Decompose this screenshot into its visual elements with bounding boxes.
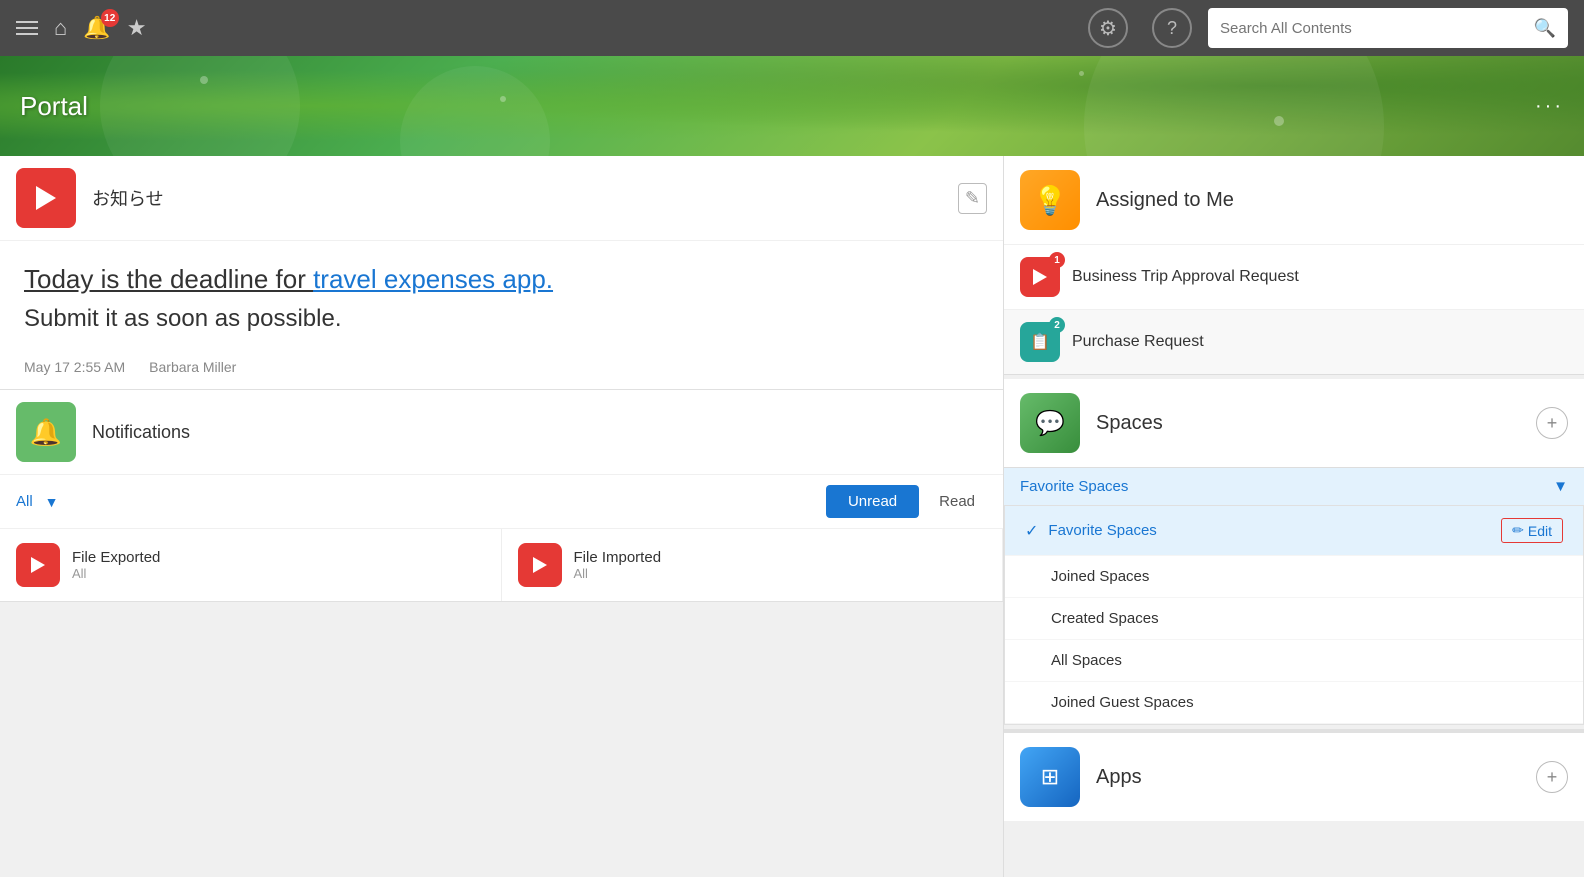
portal-more-button[interactable]: ··· (1535, 95, 1564, 118)
purchase-request-label: Purchase Request (1072, 333, 1204, 351)
bulb-icon: 💡 (1033, 184, 1068, 217)
tab-all[interactable]: All (16, 493, 33, 510)
announcement-subtitle: Submit it as soon as possible. (24, 305, 979, 333)
business-trip-item[interactable]: 1 Business Trip Approval Request (1004, 244, 1584, 309)
notification-sub-imported: All (574, 566, 662, 581)
grid-icon: ⊞ (1041, 764, 1059, 790)
hamburger-menu[interactable] (16, 21, 38, 35)
left-panel: お知らせ ✎ Today is the deadline for travel … (0, 156, 1004, 877)
spaces-selected-filter: Favorite Spaces (1020, 478, 1128, 495)
notification-item-imported[interactable]: File Imported All (502, 529, 1004, 601)
notification-label-exported: File Exported (72, 549, 160, 566)
announcement-line1: Today is the deadline for (24, 264, 313, 294)
spaces-filter-guest-label: Joined Guest Spaces (1051, 694, 1194, 711)
notification-info-imported: File Imported All (574, 549, 662, 581)
notification-sub-exported: All (72, 566, 160, 581)
notifications-items: File Exported All File Imported All (0, 528, 1003, 601)
bell-badge: 12 (101, 9, 119, 27)
spaces-filter-created[interactable]: Created Spaces (1005, 598, 1583, 640)
spaces-filter-joined-label: Joined Spaces (1051, 568, 1149, 585)
announcement-title: お知らせ (92, 185, 164, 211)
portal-banner: Portal ··· (0, 56, 1584, 156)
announcement-meta: May 17 2:55 AM Barbara Miller (0, 349, 1003, 389)
calendar-icon: 📋 (1030, 332, 1050, 352)
purchase-request-badge: 2 (1049, 317, 1065, 333)
notifications-title: Notifications (92, 422, 190, 443)
spaces-icon: 💬 (1020, 393, 1080, 453)
tab-read-button[interactable]: Read (927, 485, 987, 518)
apps-add-button[interactable]: + (1536, 761, 1568, 793)
spaces-dropdown-menu: ✓ Favorite Spaces ✏ Edit Joined Spaces C… (1004, 505, 1584, 725)
notifications-tabs: All ▼ Unread Read (0, 475, 1003, 528)
checkmark-icon: ✓ (1025, 521, 1038, 541)
search-bar[interactable]: 🔍 (1208, 8, 1568, 48)
assigned-to-me-header: 💡 Assigned to Me (1004, 156, 1584, 244)
spaces-dropdown[interactable]: Favorite Spaces ▼ (1004, 467, 1584, 505)
help-icon[interactable]: ? (1152, 8, 1192, 48)
favorites-icon[interactable]: ★ (127, 15, 147, 41)
announcement-date: May 17 2:55 AM (24, 359, 125, 375)
announcement-card: お知らせ ✎ Today is the deadline for travel … (0, 156, 1003, 390)
announcement-edit-button[interactable]: ✎ (958, 183, 987, 214)
announcement-author: Barbara Miller (149, 359, 236, 375)
spaces-filter-created-label: Created Spaces (1051, 610, 1159, 627)
spaces-header: 💬 Spaces + (1004, 379, 1584, 467)
travel-expenses-link[interactable]: travel expenses app. (313, 264, 553, 294)
arrow-icon-biz (1033, 269, 1047, 285)
top-navigation: ⌂ 🔔 12 ★ ⚙ ? 🔍 (0, 0, 1584, 56)
notification-label-imported: File Imported (574, 549, 662, 566)
notification-icon-exported (16, 543, 60, 587)
apps-icon: ⊞ (1020, 747, 1080, 807)
announcement-icon (16, 168, 76, 228)
pencil-icon: ✏ (1512, 522, 1524, 539)
apps-widget: ⊞ Apps + (1004, 729, 1584, 821)
purchase-request-icon: 📋 2 (1020, 322, 1060, 362)
tab-unread-button[interactable]: Unread (826, 485, 919, 518)
search-input[interactable] (1220, 20, 1534, 37)
arrow-icon-2 (533, 557, 547, 573)
notifications-icon: 🔔 (16, 402, 76, 462)
arrow-icon (31, 557, 45, 573)
announcement-header: お知らせ ✎ (0, 156, 1003, 241)
chat-icon: 💬 (1035, 409, 1065, 438)
assigned-to-me-widget: 💡 Assigned to Me 1 Business Trip Approva… (1004, 156, 1584, 375)
spaces-filter-joined[interactable]: Joined Spaces (1005, 556, 1583, 598)
bell-icon-notif: 🔔 (30, 417, 62, 448)
settings-icon[interactable]: ⚙ (1088, 8, 1128, 48)
announcement-body: Today is the deadline for travel expense… (0, 241, 1003, 349)
notifications-header: 🔔 Notifications (0, 390, 1003, 475)
home-icon[interactable]: ⌂ (54, 15, 67, 41)
right-panel: 💡 Assigned to Me 1 Business Trip Approva… (1004, 156, 1584, 877)
megaphone-icon (36, 186, 56, 210)
business-trip-icon: 1 (1020, 257, 1060, 297)
business-trip-badge: 1 (1049, 252, 1065, 268)
announcement-text[interactable]: Today is the deadline for travel expense… (24, 261, 979, 297)
spaces-edit-button[interactable]: ✏ Edit (1501, 518, 1563, 543)
spaces-filter-favorite-label: Favorite Spaces (1048, 522, 1156, 539)
spaces-edit-label: Edit (1528, 523, 1552, 539)
assigned-icon: 💡 (1020, 170, 1080, 230)
business-trip-label: Business Trip Approval Request (1072, 268, 1299, 286)
spaces-title: Spaces (1096, 412, 1163, 435)
spaces-filter-all[interactable]: All Spaces (1005, 640, 1583, 682)
portal-title: Portal (20, 91, 88, 122)
spaces-filter-all-label: All Spaces (1051, 652, 1122, 669)
spaces-add-button[interactable]: + (1536, 407, 1568, 439)
notification-info-exported: File Exported All (72, 549, 160, 581)
purchase-request-item[interactable]: 📋 2 Purchase Request (1004, 309, 1584, 374)
notifications-card: 🔔 Notifications All ▼ Unread Read File E… (0, 390, 1003, 602)
apps-title: Apps (1096, 766, 1142, 789)
spaces-chevron-icon: ▼ (1553, 478, 1568, 495)
spaces-widget: 💬 Spaces + Favorite Spaces ▼ ✓ Favorite … (1004, 379, 1584, 725)
spaces-filter-favorite[interactable]: ✓ Favorite Spaces ✏ Edit (1005, 506, 1583, 556)
notification-icon-imported (518, 543, 562, 587)
notifications-bell[interactable]: 🔔 12 (83, 15, 110, 41)
tab-dropdown-chevron[interactable]: ▼ (45, 494, 59, 510)
spaces-filter-guest[interactable]: Joined Guest Spaces (1005, 682, 1583, 724)
assigned-to-me-title: Assigned to Me (1096, 189, 1234, 212)
main-layout: お知らせ ✎ Today is the deadline for travel … (0, 156, 1584, 877)
search-button[interactable]: 🔍 (1534, 18, 1556, 39)
notification-item-exported[interactable]: File Exported All (0, 529, 502, 601)
